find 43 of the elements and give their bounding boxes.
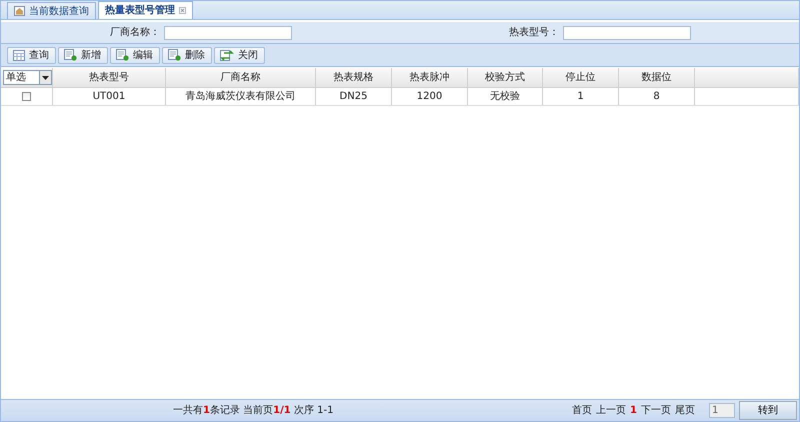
table-cell: 1200 [392, 88, 468, 105]
toolbar-button[interactable]: 编辑 [110, 46, 160, 64]
table-cell: 1 [543, 88, 619, 105]
tab[interactable]: 热量表型号管理 [98, 1, 193, 19]
column-header[interactable]: 校验方式 [468, 68, 543, 87]
column-header[interactable]: 停止位 [543, 68, 619, 87]
field-label: 厂商名称： [110, 26, 160, 40]
table-cell: DN25 [316, 88, 392, 105]
field-label: 热表型号： [509, 26, 559, 40]
column-header[interactable]: 数据位 [619, 68, 695, 87]
table-cell: UT001 [53, 88, 166, 105]
home-icon [14, 6, 25, 16]
toolbar-button[interactable]: 关闭 [214, 46, 265, 64]
text-field[interactable] [164, 26, 292, 40]
current-page: 1 [630, 404, 637, 418]
caret-icon [42, 76, 49, 80]
toolbar-button[interactable]: 新增 [58, 46, 108, 64]
pager-link[interactable]: 尾页 [675, 403, 695, 418]
column-header[interactable]: 热表脉冲 [392, 68, 468, 87]
record-summary: 一共有1条记录 当前页1/1 次序 1-1 [173, 404, 334, 418]
toolbar-button[interactable]: 查询 [7, 46, 56, 64]
document-add-icon [168, 49, 181, 61]
row-checkbox[interactable] [22, 92, 31, 101]
table-cell: 青岛海威茨仪表有限公司 [166, 88, 316, 105]
column-header[interactable]: 热表规格 [316, 68, 392, 87]
document-add-icon [116, 49, 129, 61]
text-field[interactable] [563, 26, 691, 40]
page-input[interactable]: 1 [709, 403, 735, 418]
column-header[interactable]: 热表型号 [53, 68, 166, 87]
tab[interactable]: 当前数据查询 [7, 2, 96, 19]
pager-link[interactable]: 上一页 [596, 403, 626, 418]
close-icon[interactable] [179, 7, 186, 14]
refresh-arrows-icon [220, 50, 234, 60]
toolbar-button[interactable]: 删除 [162, 46, 212, 64]
table-cell: 8 [619, 88, 695, 105]
pager-link[interactable]: 首页 [572, 403, 592, 418]
pager-link[interactable]: 下一页 [641, 403, 671, 418]
select-dropdown[interactable]: 单选 [3, 70, 52, 85]
table-cell: 无校验 [468, 88, 543, 105]
document-add-icon [64, 49, 77, 61]
go-button[interactable]: 转到 [739, 401, 797, 420]
table-icon [13, 50, 25, 60]
column-header[interactable]: 厂商名称 [166, 68, 316, 87]
